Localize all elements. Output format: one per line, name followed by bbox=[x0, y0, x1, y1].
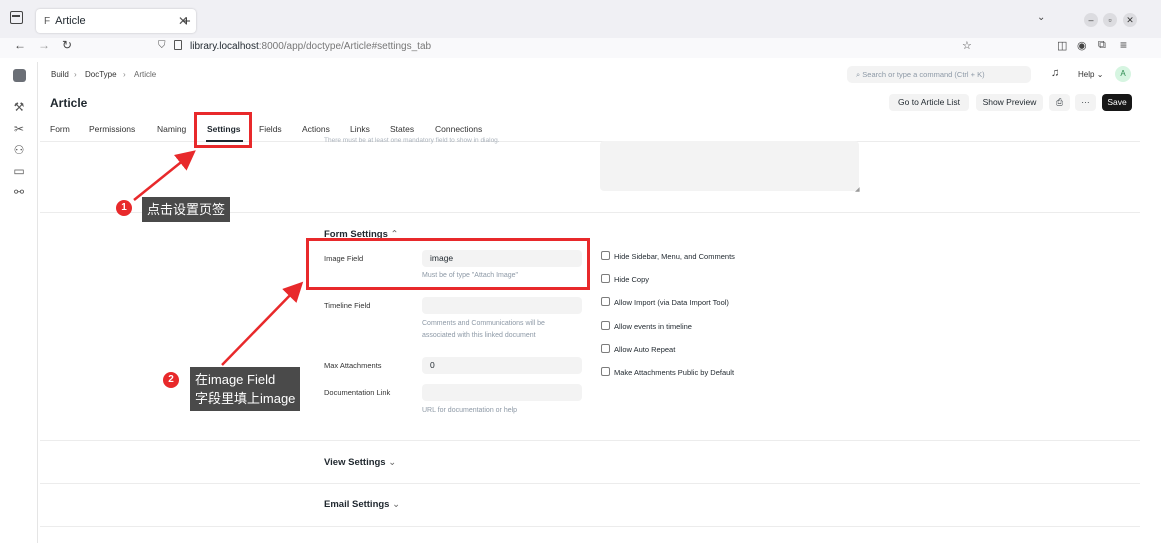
annotation-arrows bbox=[133, 150, 304, 366]
step-2-badge: 2 bbox=[163, 372, 179, 388]
step-2-callout: 在image Field 字段里填上image bbox=[190, 367, 301, 411]
step-1-callout: 点击设置页签 bbox=[142, 197, 231, 222]
step-1-badge: 1 bbox=[116, 200, 132, 216]
arrow-to-image-field bbox=[221, 281, 304, 366]
arrow-to-settings-tab bbox=[133, 150, 196, 201]
step-2-line-2: 字段里填上image bbox=[195, 391, 296, 406]
step-2-line-1: 在image Field bbox=[195, 372, 276, 387]
